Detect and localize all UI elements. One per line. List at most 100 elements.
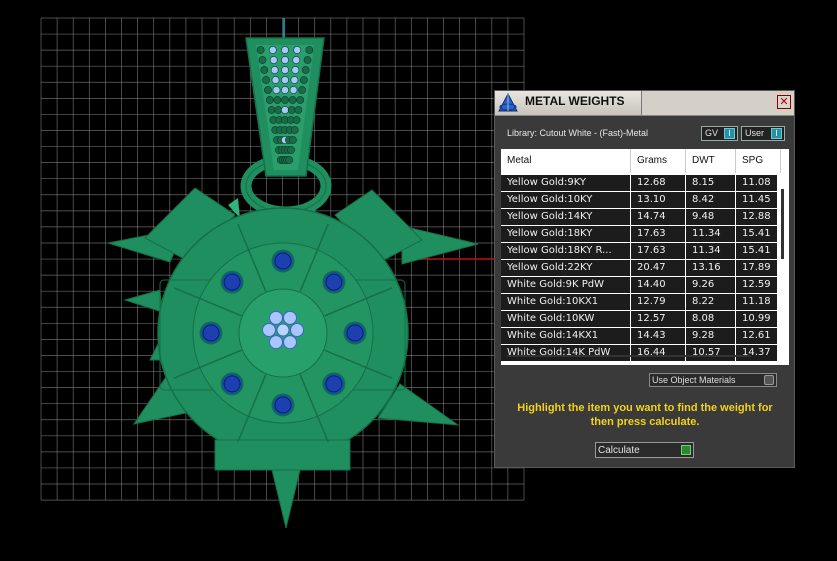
blue-stone xyxy=(274,396,292,414)
pendant-spike xyxy=(271,469,301,529)
table-cell: 14.40 xyxy=(631,277,686,293)
play-icon xyxy=(681,445,691,455)
blue-stone xyxy=(274,252,292,270)
table-cell: 9.28 xyxy=(686,328,736,344)
pave-stone xyxy=(264,86,272,94)
center-stone xyxy=(276,323,290,337)
table-row[interactable]: Yellow Gold:18KY 17.63 11.34 15.41 xyxy=(501,226,781,243)
pave-stone xyxy=(281,56,289,64)
table-cell: 12.79 xyxy=(631,294,686,310)
table-cell: 11.08 xyxy=(736,175,781,191)
vertical-scrollbar[interactable] xyxy=(779,175,787,355)
table-row[interactable]: White Gold:10KW 12.57 8.08 10.99 xyxy=(501,311,781,328)
table-cell: 14.74 xyxy=(631,209,686,225)
library-label: Library: Cutout White - (Fast)-Metal xyxy=(507,128,649,138)
table-cell: 11.45 xyxy=(736,192,781,208)
table-row[interactable]: Yellow Gold:14KY 14.74 9.48 12.88 xyxy=(501,209,781,226)
pave-stone xyxy=(262,76,271,84)
table-cell: Yellow Gold:18KY R... xyxy=(501,243,631,259)
column-header-dwt[interactable]: DWT xyxy=(686,149,736,173)
table-cell: 8.22 xyxy=(686,294,736,310)
user-toggle[interactable]: User I xyxy=(741,126,785,141)
pave-stone xyxy=(269,56,278,64)
pave-stone xyxy=(271,76,280,84)
blue-stone xyxy=(223,375,241,393)
table-cell: 9.48 xyxy=(686,209,736,225)
table-cell: 17.63 xyxy=(631,226,686,242)
pave-stone xyxy=(267,106,276,114)
table-cell: 12.57 xyxy=(631,311,686,327)
metal-weights-panel: METAL WEIGHTS ✕ Library: Cutout White - … xyxy=(494,90,795,468)
table-cell: White Gold:10KW xyxy=(501,311,631,327)
table-cell: 20.47 xyxy=(631,260,686,276)
column-header-metal[interactable]: Metal xyxy=(501,149,631,173)
table-cell: Yellow Gold:22KY xyxy=(501,260,631,276)
user-toggle-label: User xyxy=(745,128,765,138)
table-cell: 8.42 xyxy=(686,192,736,208)
table-cell: Yellow Gold:10KY xyxy=(501,192,631,208)
pave-stone xyxy=(281,76,289,84)
table-cell: White Gold:9K PdW xyxy=(501,277,631,293)
pave-stone xyxy=(303,56,312,64)
column-header-spg[interactable]: SPG xyxy=(736,149,781,173)
table-row[interactable]: Yellow Gold:10KY 13.10 8.42 11.45 xyxy=(501,192,781,209)
center-stone xyxy=(283,310,297,325)
center-stone xyxy=(269,310,283,325)
calculate-button[interactable]: Calculate xyxy=(595,442,694,458)
pave-stone xyxy=(290,76,299,84)
gv-toggle[interactable]: GV I xyxy=(701,126,738,141)
pave-stone xyxy=(258,56,267,64)
pendant-spike xyxy=(123,289,163,313)
pave-stone xyxy=(270,66,279,74)
pave-stone xyxy=(290,126,299,134)
column-header-grams[interactable]: Grams xyxy=(631,149,686,173)
use-object-materials-toggle[interactable]: Use Object Materials xyxy=(649,373,777,387)
app-logo-icon xyxy=(498,93,518,112)
pave-stone xyxy=(273,96,282,104)
pave-stone xyxy=(285,156,294,164)
panel-titlebar[interactable]: METAL WEIGHTS ✕ xyxy=(495,91,794,116)
vertical-scrollbar-thumb[interactable] xyxy=(781,189,784,259)
table-cell: 12.88 xyxy=(736,209,781,225)
table-row[interactable]: White Gold:9K PdW 14.40 9.26 12.59 xyxy=(501,277,781,294)
table-cell: 13.16 xyxy=(686,260,736,276)
table-cell: White Gold:10KX1 xyxy=(501,294,631,310)
horizontal-scrollbar[interactable] xyxy=(507,355,751,361)
pave-stone xyxy=(294,106,303,114)
pave-stone xyxy=(260,66,269,74)
center-stone xyxy=(290,323,304,337)
blue-stone xyxy=(325,273,343,291)
close-icon: ✕ xyxy=(779,95,789,108)
gv-toggle-label: GV xyxy=(705,128,719,138)
table-cell: White Gold:14KX1 xyxy=(501,328,631,344)
table-cell: 11.18 xyxy=(736,294,781,310)
center-stone xyxy=(283,335,297,350)
blue-stone xyxy=(346,324,364,342)
center-stone xyxy=(269,335,283,350)
table-row[interactable]: Yellow Gold:18KY R... 17.63 11.34 15.41 xyxy=(501,243,781,260)
blue-stone xyxy=(325,375,343,393)
close-button[interactable]: ✕ xyxy=(777,95,791,109)
pave-stone xyxy=(298,86,306,94)
table-row[interactable]: Yellow Gold:9KY 12.68 8.15 11.08 xyxy=(501,175,781,192)
pave-stone xyxy=(292,116,301,124)
table-row[interactable]: White Gold:10KX1 12.79 8.22 11.18 xyxy=(501,294,781,311)
pave-stone xyxy=(272,86,281,94)
table-cell: 17.89 xyxy=(736,260,781,276)
pave-stone xyxy=(293,46,302,54)
use-object-materials-label: Use Object Materials xyxy=(652,375,736,385)
instruction-text: Highlight the item you want to find the … xyxy=(517,402,773,428)
pave-stone xyxy=(291,66,300,74)
table-cell: Yellow Gold:9KY xyxy=(501,175,631,191)
pave-stone xyxy=(256,46,265,54)
toggle-indicator-icon xyxy=(764,375,774,385)
pave-stone xyxy=(299,76,308,84)
panel-title-tab: METAL WEIGHTS xyxy=(495,91,642,115)
table-row[interactable]: Yellow Gold:22KY 20.47 13.16 17.89 xyxy=(501,260,781,277)
table-cell: 15.41 xyxy=(736,243,781,259)
table-cell: 14.43 xyxy=(631,328,686,344)
table-cell: Yellow Gold:18KY xyxy=(501,226,631,242)
pave-stone xyxy=(281,106,289,114)
table-row[interactable]: White Gold:14KX1 14.43 9.28 12.61 xyxy=(501,328,781,345)
pave-stone xyxy=(287,146,295,154)
